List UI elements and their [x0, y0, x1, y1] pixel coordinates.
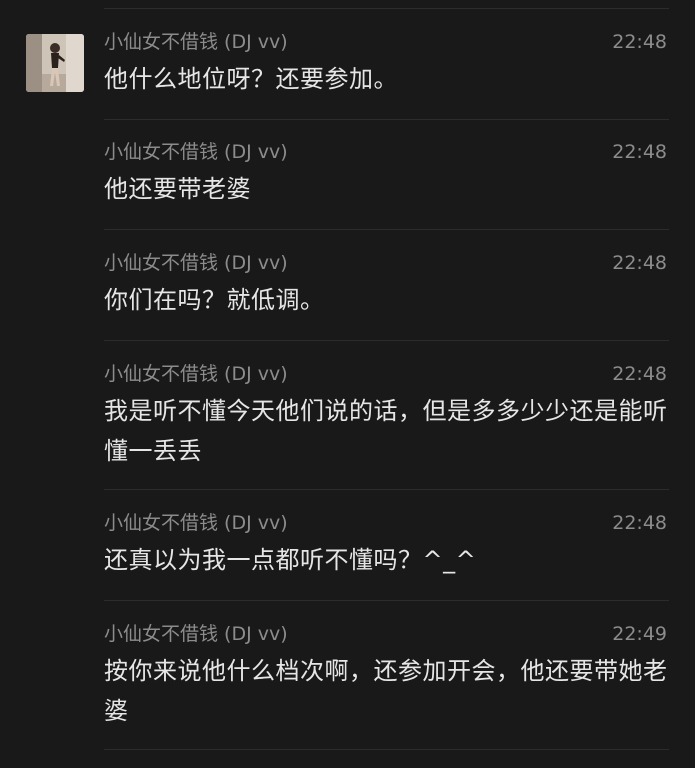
sender-name: 小仙女不借钱 (DJ vv) — [104, 141, 288, 163]
message-time: 22:48 — [612, 31, 667, 53]
message-time: 22:48 — [612, 512, 667, 534]
message-divider — [104, 749, 669, 750]
chat-message[interactable]: 小仙女不借钱 (DJ vv) 22:48 他什么地位呀？还要参加。 — [0, 0, 695, 120]
chat-message[interactable]: 小仙女不借钱 (DJ vv) 22:48 你们在吗？就低调。 — [0, 230, 695, 341]
chat-message[interactable]: 小仙女不借钱 (DJ vv) 22:49 按你来说他什么档次啊，还参加开会，他还… — [0, 601, 695, 751]
chat-message[interactable]: 小仙女不借钱 (DJ vv) 22:48 还真以为我一点都听不懂吗？^_^ — [0, 490, 695, 601]
message-text: 你们在吗？就低调。 — [104, 286, 325, 314]
message-time: 22:48 — [612, 252, 667, 274]
chat-message[interactable]: 小仙女不借钱 (DJ vv) 22:48 我是听不懂今天他们说的话，但是多多少少… — [0, 341, 695, 490]
message-text: 他什么地位呀？还要参加。 — [104, 65, 398, 93]
sender-name: 小仙女不借钱 (DJ vv) — [104, 512, 288, 534]
sender-name: 小仙女不借钱 (DJ vv) — [104, 252, 288, 274]
message-time: 22:49 — [612, 623, 667, 645]
message-text: 他还要带老婆 — [104, 175, 251, 203]
avatar-photo — [26, 34, 84, 92]
sender-name: 小仙女不借钱 (DJ vv) — [104, 31, 288, 53]
avatar[interactable] — [26, 34, 84, 92]
message-time: 22:48 — [612, 363, 667, 385]
sender-name: 小仙女不借钱 (DJ vv) — [104, 363, 288, 385]
message-text: 我是听不懂今天他们说的话，但是多多少少还是能听懂一丢丢 — [104, 397, 668, 465]
message-text: 按你来说他什么档次啊，还参加开会，他还要带她老婆 — [104, 657, 668, 725]
message-text: 还真以为我一点都听不懂吗？^_^ — [104, 546, 477, 574]
chat-message[interactable]: 小仙女不借钱 (DJ vv) 22:48 他还要带老婆 — [0, 120, 695, 230]
chat-message-list[interactable]: 小仙女不借钱 (DJ vv) 22:48 他什么地位呀？还要参加。 小仙女不借钱… — [0, 0, 695, 768]
sender-name: 小仙女不借钱 (DJ vv) — [104, 623, 288, 645]
message-time: 22:48 — [612, 141, 667, 163]
